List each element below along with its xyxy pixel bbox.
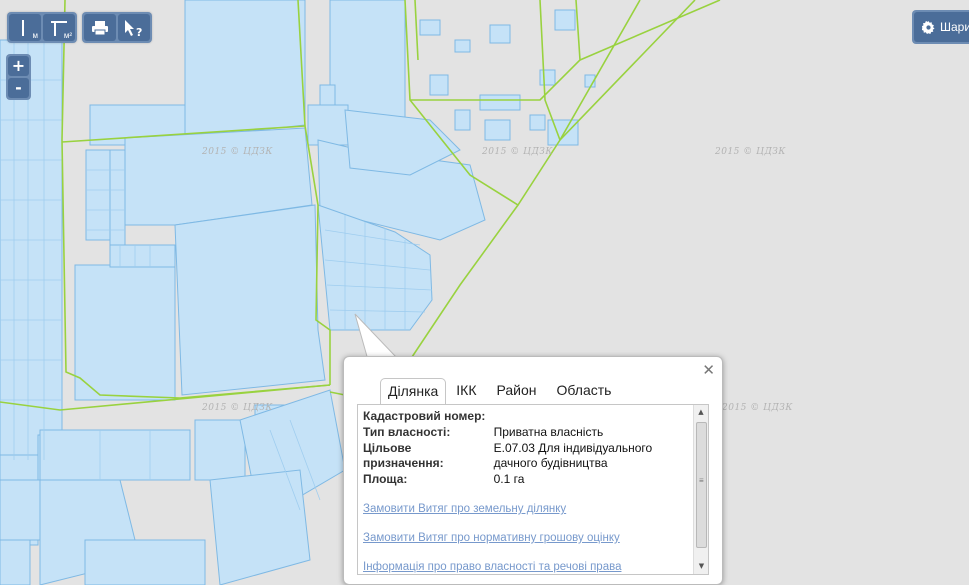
watermark: 2015 © ЦДЗК: [722, 403, 793, 413]
measure-distance-button[interactable]: м: [9, 14, 41, 41]
layers-label: Шари: [940, 20, 969, 34]
ruler-line-icon: [22, 19, 24, 36]
zoom-out-button[interactable]: -: [8, 78, 29, 98]
watermark: 2015 © ЦДЗК: [202, 403, 273, 413]
layers-control: Шари: [912, 10, 969, 44]
panel-scrollbar[interactable]: ▲ ≡ ▼: [693, 405, 708, 574]
popup-tabs: Ділянка ІКК Район Область: [380, 377, 622, 405]
field-cadastral-number: Кадастровий номер:: [363, 409, 693, 424]
field-label: Тип власності:: [363, 425, 451, 439]
zoom-control: + -: [6, 54, 31, 100]
order-parcel-extract-link[interactable]: Замовити Витяг про земельну ділянку: [363, 502, 693, 516]
layers-button[interactable]: Шари: [914, 12, 969, 42]
watermark: 2015 © ЦДЗК: [715, 147, 786, 157]
tab-parcel[interactable]: Ділянка: [380, 378, 447, 405]
cursor-question-icon: ?: [125, 19, 142, 37]
field-value: 0.1 га: [493, 472, 525, 486]
zoom-in-button[interactable]: +: [8, 56, 29, 76]
field-label: Площа:: [363, 472, 408, 486]
close-icon[interactable]: ✕: [702, 362, 715, 378]
svg-text:?: ?: [136, 26, 142, 37]
order-valuation-extract-link[interactable]: Замовити Витяг про нормативну грошову оц…: [363, 531, 693, 545]
parcel-details-panel[interactable]: Кадастровий номер: Тип власності: Приват…: [357, 404, 709, 575]
field-value: [494, 409, 693, 424]
printer-icon: [92, 20, 108, 35]
field-value: Приватна власність: [493, 425, 604, 439]
watermark: 2015 © ЦДЗК: [482, 147, 553, 157]
popup-pointer: [354, 313, 398, 361]
field-value: Е.07.03 Для індивідуального дачного буді…: [493, 441, 653, 470]
parcel-info-popup: ✕ Ділянка ІКК Район Область Кадастровий …: [343, 356, 723, 585]
field-label: Цільове призначення:: [363, 441, 444, 470]
measure-area-unit: м²: [63, 31, 72, 40]
field-area: Площа: 0.1 га: [363, 472, 693, 487]
parcel-details: Кадастровий номер: Тип власності: Приват…: [363, 409, 693, 574]
scroll-thumb[interactable]: ≡: [696, 422, 707, 548]
field-label: Кадастровий номер:: [363, 409, 486, 423]
print-info-toolbar: ?: [82, 12, 152, 43]
field-purpose: Цільове призначення: Е.07.03 Для індивід…: [363, 441, 693, 471]
measure-distance-unit: м: [32, 31, 39, 40]
measure-area-button[interactable]: м²: [43, 14, 75, 41]
tab-ikk[interactable]: ІКК: [446, 378, 486, 404]
measure-toolbar: м м²: [7, 12, 77, 43]
watermark: 2015 © ЦДЗК: [202, 147, 273, 157]
tab-district[interactable]: Район: [487, 378, 547, 404]
scroll-down-icon[interactable]: ▼: [694, 559, 708, 574]
ownership-info-link[interactable]: Інформація про право власності та речові…: [363, 560, 693, 574]
print-button[interactable]: [84, 14, 116, 41]
grip-icon: ≡: [699, 476, 704, 485]
scroll-up-icon[interactable]: ▲: [694, 405, 708, 420]
identify-button[interactable]: ?: [118, 14, 150, 41]
field-ownership-type: Тип власності: Приватна власність: [363, 425, 693, 440]
tab-region[interactable]: Область: [547, 378, 622, 404]
gear-icon: [922, 20, 935, 34]
